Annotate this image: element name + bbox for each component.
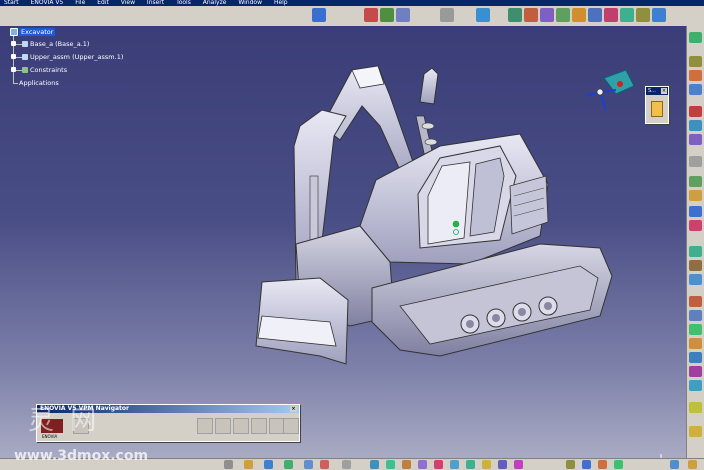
vpm-navigator-window[interactable]: ENOVIA V5 VPM Navigator × ENOVIA	[36, 404, 300, 442]
constraint-icon[interactable]	[476, 8, 490, 22]
reuse-pattern-icon[interactable]	[652, 8, 666, 22]
navigator-button-7[interactable]	[283, 418, 299, 434]
manipulation-icon[interactable]	[689, 246, 702, 257]
measure-between-icon[interactable]	[689, 352, 702, 363]
swap-space-icon[interactable]	[482, 460, 491, 469]
bucket	[255, 277, 349, 365]
quick-view-icon[interactable]	[434, 460, 443, 469]
vpm-navigator-title: ENOVIA V5 VPM Navigator	[40, 405, 130, 412]
floating-toolbar-title: S... ×	[646, 87, 668, 95]
offset-icon[interactable]	[540, 8, 554, 22]
angle-icon[interactable]	[556, 8, 570, 22]
render-style-icon[interactable]	[498, 460, 507, 469]
knowledge-icon[interactable]	[244, 460, 253, 469]
fly-mode-icon[interactable]	[284, 460, 293, 469]
top-toolbar	[0, 6, 704, 27]
clash-icon[interactable]	[689, 310, 702, 321]
dots-grid-icon[interactable]	[440, 8, 454, 22]
rotate-icon[interactable]	[342, 460, 351, 469]
select-arrow-icon[interactable]	[651, 101, 663, 117]
generate-numbering-icon[interactable]	[689, 156, 702, 167]
sectioning-icon[interactable]	[689, 324, 702, 335]
multi-view-icon[interactable]	[418, 460, 427, 469]
floating-toolbar-window[interactable]: S... ×	[645, 86, 669, 124]
fast-multi-instantiation-icon[interactable]	[689, 220, 702, 231]
vpm-navigator-titlebar: ENOVIA V5 VPM Navigator ×	[37, 405, 299, 413]
material-icon[interactable]	[514, 460, 523, 469]
close-icon[interactable]: ×	[661, 88, 667, 94]
compass-icon[interactable]	[576, 66, 646, 116]
close-icon[interactable]: ×	[290, 406, 297, 412]
fix-together-icon[interactable]	[588, 8, 602, 22]
stop-manipulate-on-clash-icon[interactable]	[689, 296, 702, 307]
floating-toolbar-title-text: S...	[648, 88, 656, 94]
enovia-logo-icon	[41, 419, 63, 433]
pan-icon[interactable]	[320, 460, 329, 469]
fit-all-icon[interactable]	[304, 460, 313, 469]
zoom-out-icon[interactable]	[386, 460, 395, 469]
multi-instantiation-icon[interactable]	[689, 206, 702, 217]
existing-component-icon[interactable]	[689, 106, 702, 117]
zoom-in-icon[interactable]	[370, 460, 379, 469]
workbench-icon[interactable]	[689, 32, 702, 43]
fix-icon[interactable]	[572, 8, 586, 22]
hide-show-icon[interactable]	[466, 460, 475, 469]
shading-icon[interactable]	[450, 460, 459, 469]
properties-icon[interactable]	[688, 460, 697, 469]
replace-component-icon[interactable]	[689, 120, 702, 131]
snap-icon[interactable]	[689, 260, 702, 271]
right-toolbar	[686, 26, 704, 458]
catalog-icon[interactable]	[264, 460, 273, 469]
3d-viewport[interactable]: Excavator Base_a (Base_a.1) Upper_assm (…	[0, 26, 686, 458]
product-structure-icon[interactable]	[364, 8, 378, 22]
exhaust-pipe	[419, 67, 439, 105]
new-component-icon[interactable]	[689, 56, 702, 67]
navigator-button-5[interactable]	[251, 418, 267, 434]
normal-view-icon[interactable]	[402, 460, 411, 469]
catalog-browser-icon[interactable]	[689, 426, 702, 437]
quick-constraint-icon[interactable]	[604, 8, 618, 22]
scene-icon[interactable]	[689, 402, 702, 413]
navigator-button-1[interactable]	[73, 418, 89, 434]
new-product-icon[interactable]	[689, 70, 702, 81]
apply-material-icon[interactable]	[582, 460, 591, 469]
navigator-button-4[interactable]	[233, 418, 249, 434]
section-view-icon[interactable]	[614, 460, 623, 469]
distance-icon[interactable]	[689, 338, 702, 349]
change-constraint-icon[interactable]	[636, 8, 650, 22]
measure-inertia-icon[interactable]	[689, 380, 702, 391]
graph-tree-icon[interactable]	[689, 134, 702, 145]
manage-representations-icon[interactable]	[689, 190, 702, 201]
part-icon[interactable]	[396, 8, 410, 22]
navigator-button-2[interactable]	[197, 418, 213, 434]
update-icon[interactable]	[312, 8, 326, 22]
formula-icon[interactable]	[224, 460, 233, 469]
bottom-toolbar	[0, 458, 704, 470]
lock-icon[interactable]	[598, 460, 607, 469]
new-part-icon[interactable]	[689, 84, 702, 95]
thumbwheel-icon[interactable]	[670, 460, 679, 469]
measure-item-icon[interactable]	[689, 366, 702, 377]
contact-icon[interactable]	[524, 8, 538, 22]
navigator-button-3[interactable]	[215, 418, 231, 434]
upper-body	[359, 133, 549, 265]
component-icon[interactable]	[380, 8, 394, 22]
flexible-icon[interactable]	[620, 8, 634, 22]
explode-icon[interactable]	[689, 274, 702, 285]
selective-load-icon[interactable]	[689, 176, 702, 187]
measure-icon[interactable]	[566, 460, 575, 469]
enovia-logo-label: ENOVIA	[42, 434, 58, 439]
coincidence-icon[interactable]	[508, 8, 522, 22]
